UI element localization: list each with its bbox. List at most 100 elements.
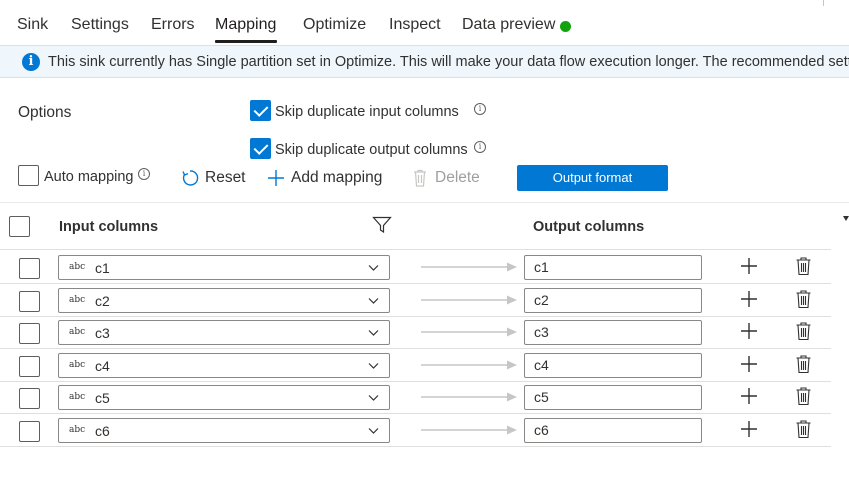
trash-icon[interactable]: [795, 354, 812, 374]
output-format-button[interactable]: Output format: [517, 165, 668, 191]
trash-icon[interactable]: [795, 419, 812, 439]
info-icon[interactable]: i: [474, 103, 486, 115]
output-column-input[interactable]: c3: [524, 320, 702, 346]
add-mapping-label: Add mapping: [291, 169, 383, 186]
plus-icon[interactable]: [739, 256, 759, 276]
info-icon: i: [22, 53, 40, 71]
type-tag: abc: [69, 262, 86, 272]
divider: [823, 0, 824, 6]
info-banner: i This sink currently has Single partiti…: [0, 45, 849, 78]
chevron-down-icon: [368, 265, 379, 271]
input-column-dropdown[interactable]: abc c4: [58, 352, 390, 378]
chevron-down-icon: [368, 395, 379, 402]
delete-label: Delete: [435, 169, 480, 186]
skip-duplicate-input-checkbox[interactable]: [250, 100, 271, 121]
output-column-input[interactable]: c5: [524, 385, 702, 411]
skip-duplicate-input-label: Skip duplicate input columns: [275, 104, 459, 120]
output-column-input[interactable]: c4: [524, 352, 702, 378]
arrow-right-icon: [421, 295, 517, 305]
output-column-input[interactable]: c2: [524, 287, 702, 313]
plus-icon: [268, 170, 284, 186]
table-row: abc c2 c2: [0, 284, 831, 317]
arrow-right-icon: [421, 327, 517, 337]
options-label: Options: [18, 104, 72, 121]
input-column-dropdown[interactable]: abc c1: [58, 255, 390, 280]
plus-icon[interactable]: [739, 386, 759, 406]
type-tag: abc: [69, 294, 86, 305]
skip-duplicate-output-label: Skip duplicate output columns: [275, 142, 468, 158]
reset-icon: [182, 170, 199, 186]
chevron-down-icon: [368, 297, 379, 304]
input-column-value: c3: [95, 325, 110, 342]
info-icon[interactable]: i: [474, 141, 486, 153]
input-column-dropdown[interactable]: abc c2: [58, 287, 390, 313]
output-column-input[interactable]: c6: [524, 418, 702, 443]
type-tag: abc: [69, 392, 86, 403]
caret-down-icon[interactable]: [843, 216, 849, 222]
input-column-value: c5: [95, 390, 110, 407]
row-checkbox[interactable]: [19, 258, 40, 279]
tab-optimize[interactable]: Optimize: [303, 16, 366, 34]
status-dot-icon: [560, 21, 571, 32]
add-mapping-button[interactable]: Add mapping: [266, 166, 382, 190]
tab-mapping[interactable]: Mapping: [215, 16, 276, 34]
trash-icon[interactable]: [795, 321, 812, 341]
tab-sink[interactable]: Sink: [17, 16, 48, 34]
reset-button[interactable]: Reset: [180, 166, 246, 190]
output-column-input[interactable]: c1: [524, 255, 702, 280]
row-checkbox[interactable]: [19, 388, 40, 410]
table-row: abc c5 c5: [0, 381, 831, 415]
plus-icon[interactable]: [739, 354, 759, 374]
divider: [0, 249, 831, 250]
auto-mapping-checkbox[interactable]: [18, 165, 39, 186]
delete-button[interactable]: Delete: [410, 166, 480, 190]
table-row: abc c6 c6: [0, 414, 831, 447]
input-column-dropdown[interactable]: abc c6: [58, 418, 390, 443]
trash-icon[interactable]: [795, 386, 812, 406]
plus-icon[interactable]: [739, 321, 759, 341]
info-icon[interactable]: i: [138, 168, 150, 180]
input-column-dropdown[interactable]: abc c3: [58, 320, 390, 346]
input-column-value: c1: [95, 260, 110, 276]
input-column-dropdown[interactable]: abc c5: [58, 385, 390, 411]
auto-mapping-label: Auto mapping: [44, 169, 134, 185]
arrow-right-icon: [421, 392, 517, 402]
plus-icon[interactable]: [739, 419, 759, 439]
divider: [0, 202, 849, 203]
plus-icon[interactable]: [739, 289, 759, 309]
chevron-down-icon: [368, 330, 379, 337]
row-checkbox[interactable]: [19, 421, 40, 442]
tab-bar: Sink Settings Errors Mapping Optimize In…: [0, 0, 849, 43]
type-tag: abc: [69, 425, 86, 435]
output-columns-header: Output columns: [533, 219, 645, 235]
trash-icon[interactable]: [795, 289, 812, 309]
input-column-value: c6: [95, 423, 110, 439]
trash-icon: [414, 169, 426, 187]
row-checkbox[interactable]: [19, 355, 40, 377]
tab-errors[interactable]: Errors: [151, 16, 195, 34]
type-tag: abc: [69, 327, 86, 338]
reset-label: Reset: [205, 169, 246, 186]
row-checkbox[interactable]: [19, 323, 40, 345]
banner-text: This sink currently has Single partition…: [48, 54, 849, 70]
table-row: abc c3 c3: [0, 316, 831, 350]
input-columns-header: Input columns: [59, 219, 159, 235]
skip-duplicate-output-checkbox[interactable]: [250, 138, 271, 159]
tab-inspect[interactable]: Inspect: [389, 16, 441, 34]
trash-icon[interactable]: [795, 256, 812, 276]
arrow-right-icon: [421, 425, 517, 435]
filter-icon[interactable]: [372, 216, 392, 234]
arrow-right-icon: [421, 262, 517, 272]
select-all-checkbox[interactable]: [9, 216, 30, 237]
type-tag: abc: [69, 359, 86, 370]
active-tab-indicator: [215, 40, 277, 43]
arrow-right-icon: [421, 360, 517, 370]
input-column-value: c2: [95, 292, 110, 309]
tab-data-preview[interactable]: Data preview: [462, 16, 555, 34]
tab-settings[interactable]: Settings: [71, 16, 129, 34]
row-checkbox[interactable]: [19, 290, 40, 312]
input-column-value: c4: [95, 357, 110, 374]
table-row: abc c1 c1: [0, 251, 831, 284]
chevron-down-icon: [368, 362, 379, 369]
table-row: abc c4 c4: [0, 349, 831, 382]
